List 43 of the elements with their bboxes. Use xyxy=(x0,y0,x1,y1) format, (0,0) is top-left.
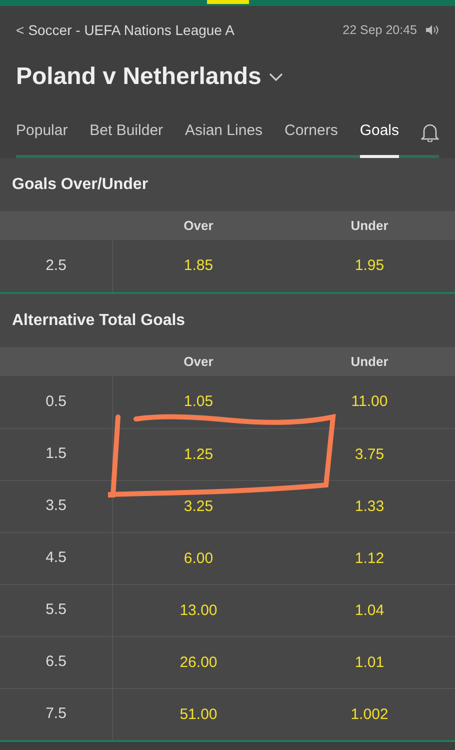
progress-indicator xyxy=(207,0,249,4)
tab[interactable]: Asian Lines xyxy=(184,108,263,155)
goal-line: 7.5 xyxy=(46,704,66,724)
market-title[interactable]: Alternative Total Goals xyxy=(0,294,455,347)
odds-button[interactable]: 1.33 xyxy=(354,496,384,518)
goal-line: 2.5 xyxy=(46,256,66,276)
tab[interactable]: Goals xyxy=(360,108,399,155)
odds-button[interactable]: 1.01 xyxy=(354,652,384,674)
goal-line: 1.5 xyxy=(46,444,66,464)
breadcrumb-link[interactable]: Soccer - UEFA Nations League A xyxy=(28,20,234,40)
column-header: Over xyxy=(184,218,214,233)
goal-line: 3.5 xyxy=(46,496,66,516)
odds-button[interactable]: 11.00 xyxy=(351,391,388,414)
sound-icon[interactable] xyxy=(425,24,439,36)
odds-button[interactable]: 51.00 xyxy=(180,704,218,726)
odds-button[interactable]: 3.75 xyxy=(354,444,384,466)
column-header: Over xyxy=(184,354,214,369)
goal-line: 5.5 xyxy=(46,600,66,620)
goal-line: 4.5 xyxy=(46,548,66,568)
back-button[interactable]: < xyxy=(16,20,24,40)
odds-button[interactable]: 1.85 xyxy=(184,255,214,278)
market-title[interactable]: Goals Over/Under xyxy=(0,158,455,211)
odds-button[interactable]: 3.25 xyxy=(184,496,214,518)
match-datetime: 22 Sep 20:45 xyxy=(342,22,417,39)
goal-line: 6.5 xyxy=(46,652,66,672)
odds-button[interactable]: 1.25 xyxy=(184,444,214,466)
column-header: Under xyxy=(350,218,388,233)
odds-button[interactable]: 13.00 xyxy=(180,600,218,622)
odds-button[interactable]: 1.002 xyxy=(350,704,388,726)
tab[interactable]: Popular xyxy=(16,108,68,155)
odds-button[interactable]: 1.12 xyxy=(354,548,384,570)
odds-button[interactable]: 6.00 xyxy=(184,548,214,570)
column-header: Under xyxy=(350,354,388,369)
odds-button[interactable]: 1.05 xyxy=(184,391,214,414)
odds-button[interactable]: 1.95 xyxy=(354,255,384,278)
odds-button[interactable]: 1.04 xyxy=(354,600,384,622)
bell-icon[interactable] xyxy=(420,122,439,142)
match-title: Poland v Netherlands xyxy=(16,62,262,92)
chevron-down-icon[interactable] xyxy=(269,72,284,82)
tab[interactable]: Corners xyxy=(284,108,338,155)
tab[interactable]: Bet Builder xyxy=(90,108,164,155)
goal-line: 0.5 xyxy=(46,392,66,412)
odds-button[interactable]: 26.00 xyxy=(180,652,218,674)
